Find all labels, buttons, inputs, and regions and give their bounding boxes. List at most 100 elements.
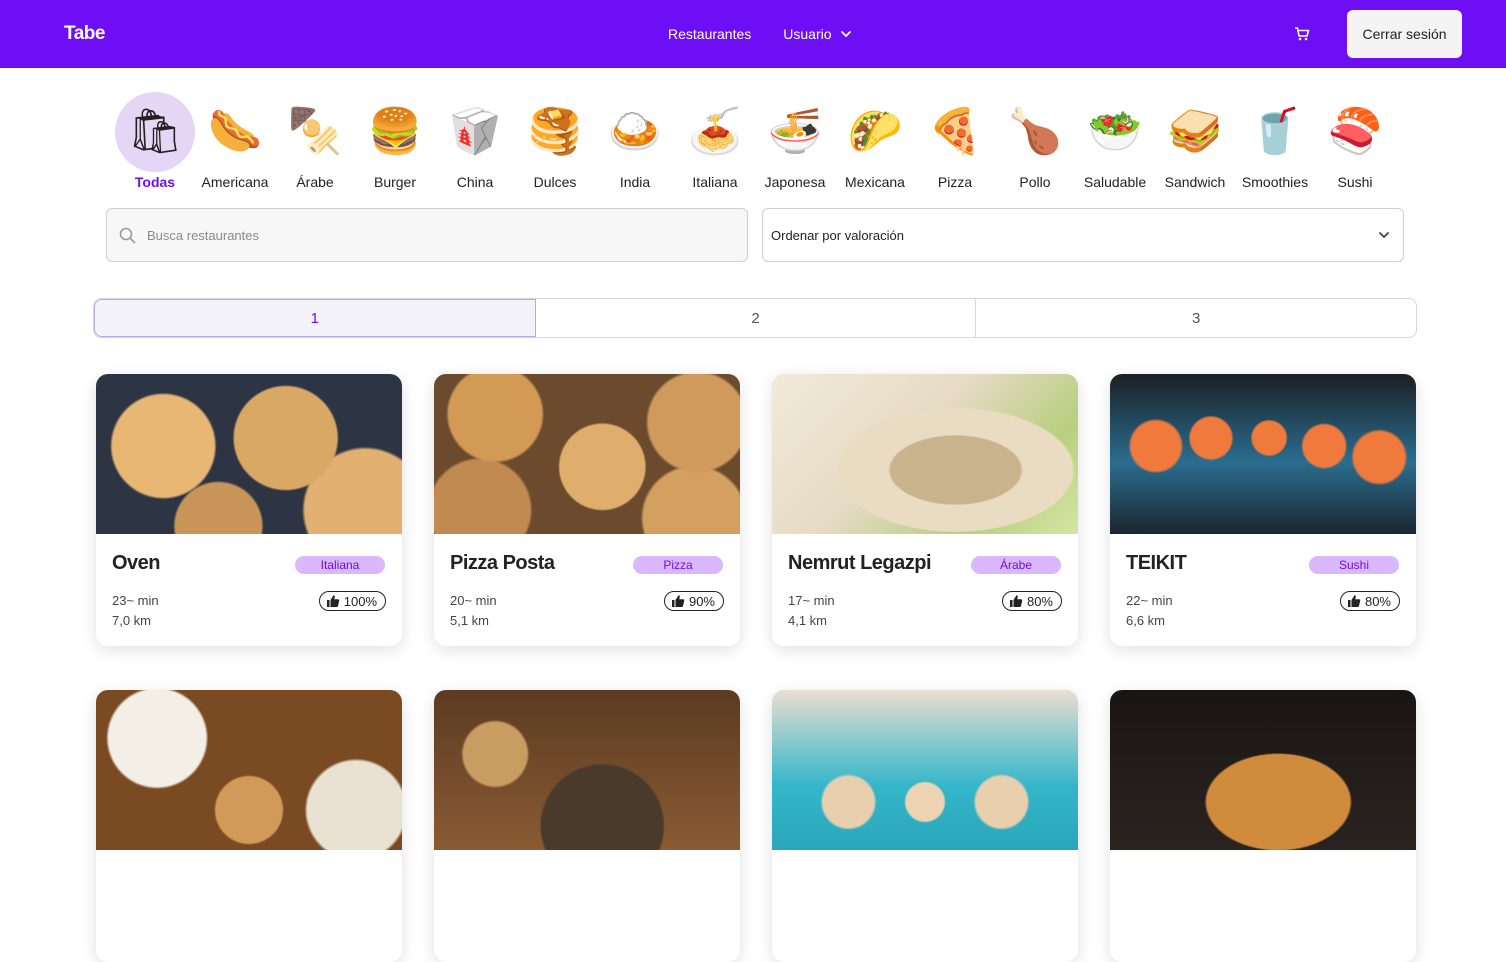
pizza-icon: 🍕 bbox=[927, 107, 983, 156]
rating-value: 80% bbox=[1026, 593, 1053, 609]
mezze-platter-photo bbox=[96, 690, 402, 850]
nav-restaurantes-label: Restaurantes bbox=[668, 26, 752, 42]
nav-usuario-label: Usuario bbox=[783, 26, 832, 42]
ramen-icon: 🍜 bbox=[767, 107, 823, 156]
category-item-4[interactable]: 🥡 China bbox=[435, 92, 515, 191]
restaurant-grid: Oven Italiana 23~ min 7,0 km 100% Pizza Posta… bbox=[96, 374, 1416, 962]
smoothie-cup-icon: 🥤 bbox=[1247, 107, 1303, 156]
category-item-15[interactable]: 🍣 Sushi bbox=[1315, 92, 1395, 191]
category-label: India bbox=[619, 174, 651, 190]
restaurant-card-body: Oven Italiana 23~ min 7,0 km 100% bbox=[96, 534, 402, 646]
category-label: Saludable bbox=[1083, 174, 1147, 190]
thumbs-up-icon bbox=[1347, 595, 1361, 607]
distance: 5,1 km bbox=[450, 613, 490, 628]
rating-badge: 100% bbox=[318, 591, 386, 611]
category-label: Todas bbox=[134, 174, 176, 190]
category-item-3[interactable]: 🍔 Burger bbox=[355, 92, 435, 191]
thumbs-up-icon bbox=[671, 595, 685, 607]
category-label: Mexicana bbox=[845, 174, 905, 190]
delivery-time: 23~ min bbox=[112, 593, 159, 608]
sushi-icon: 🍣 bbox=[1327, 107, 1383, 156]
chevron-down-icon bbox=[1379, 232, 1389, 239]
category-item-10[interactable]: 🍕 Pizza bbox=[915, 92, 995, 191]
page-button-3[interactable]: 3 bbox=[976, 299, 1416, 337]
restaurant-card[interactable]: Nemrut Legazpi Árabe 17~ min 4,1 km 80% bbox=[772, 374, 1078, 646]
rating-badge: 80% bbox=[1339, 591, 1400, 611]
restaurant-card[interactable]: Oven Italiana 23~ min 7,0 km 100% bbox=[96, 374, 402, 646]
page-button-2[interactable]: 2 bbox=[536, 299, 977, 337]
category-item-7[interactable]: 🍝 Italiana bbox=[675, 92, 755, 191]
category-label: Dulces bbox=[533, 174, 577, 190]
restaurant-card[interactable] bbox=[772, 690, 1078, 962]
sushi-rolls-photo bbox=[1110, 374, 1416, 534]
pagination: 1 2 3 bbox=[93, 298, 1417, 338]
category-badge: Árabe bbox=[971, 556, 1061, 574]
hotdog-icon: 🌭 bbox=[207, 107, 263, 156]
main-nav: Restaurantes Usuario bbox=[668, 0, 852, 68]
category-item-0[interactable]: 🛍 Todas bbox=[115, 92, 195, 190]
restaurant-card[interactable] bbox=[96, 690, 402, 962]
search-icon bbox=[119, 227, 136, 243]
rating-badge: 80% bbox=[1001, 591, 1062, 611]
category-item-6[interactable]: 🍛 India bbox=[595, 92, 675, 191]
taco-icon: 🌮 bbox=[847, 107, 903, 156]
top-navbar: Tabe Restaurantes Usuario Cerrar sesión bbox=[0, 0, 1506, 68]
category-item-12[interactable]: 🥗 Saludable bbox=[1075, 92, 1155, 191]
restaurant-card[interactable]: Pizza Posta Pizza 20~ min 5,1 km 90% bbox=[434, 374, 740, 646]
burger-icon: 🍔 bbox=[367, 107, 423, 156]
category-item-1[interactable]: 🌭 Americana bbox=[195, 92, 275, 191]
cinnamon-rolls-photo bbox=[772, 690, 1078, 850]
category-item-11[interactable]: 🍗 Pollo bbox=[995, 92, 1075, 191]
restaurant-card-body: Nemrut Legazpi Árabe 17~ min 4,1 km 80% bbox=[772, 534, 1078, 646]
category-badge: Sushi bbox=[1309, 556, 1399, 574]
nav-usuario-dropdown[interactable]: Usuario bbox=[783, 26, 851, 42]
category-item-2[interactable]: 🍢 Árabe bbox=[275, 92, 355, 191]
restaurant-card-body: TEIKIT Sushi 22~ min 6,6 km 80% bbox=[1110, 534, 1416, 646]
restaurant-name: Pizza Posta bbox=[450, 552, 555, 574]
restaurant-card[interactable] bbox=[434, 690, 740, 962]
category-item-8[interactable]: 🍜 Japonesa bbox=[755, 92, 835, 191]
pizza-table-photo bbox=[434, 374, 740, 534]
category-badge: Italiana bbox=[295, 556, 385, 574]
rating-badge: 90% bbox=[663, 591, 724, 611]
category-item-13[interactable]: 🥪 Sandwich bbox=[1155, 92, 1235, 191]
category-label: Japonesa bbox=[764, 174, 826, 190]
category-item-9[interactable]: 🌮 Mexicana bbox=[835, 92, 915, 191]
delivery-time: 22~ min bbox=[1126, 593, 1173, 608]
restaurant-card[interactable] bbox=[1110, 690, 1416, 962]
search-input[interactable] bbox=[147, 227, 707, 243]
category-label: Americana bbox=[201, 174, 269, 190]
app-logo[interactable]: Tabe bbox=[64, 23, 105, 45]
curry-icon: 🍛 bbox=[607, 107, 663, 156]
category-label: Sandwich bbox=[1164, 174, 1226, 190]
restaurant-name: TEIKIT bbox=[1126, 552, 1187, 574]
kebab-skewer-icon: 🍢 bbox=[287, 107, 343, 156]
category-label: China bbox=[456, 174, 494, 190]
pancakes-icon: 🥞 bbox=[527, 107, 583, 156]
logout-button[interactable]: Cerrar sesión bbox=[1347, 10, 1462, 58]
shopping-cart-icon[interactable] bbox=[1294, 26, 1310, 42]
sort-select-value: Ordenar por valoración bbox=[771, 227, 904, 243]
category-item-14[interactable]: 🥤 Smoothies bbox=[1235, 92, 1315, 191]
restaurant-card-body: Pizza Posta Pizza 20~ min 5,1 km 90% bbox=[434, 534, 740, 646]
kebab-wrap-photo bbox=[772, 374, 1078, 534]
page-button-1[interactable]: 1 bbox=[94, 299, 536, 337]
nav-restaurantes[interactable]: Restaurantes bbox=[668, 26, 751, 42]
delivery-time: 17~ min bbox=[788, 593, 835, 608]
category-label: Sushi bbox=[1337, 174, 1373, 190]
category-label: Smoothies bbox=[1241, 174, 1309, 190]
category-filter-bar: 🛍 Todas 🌭 Americana 🍢 Árabe 🍔 Burger 🥡 China 🥞 Dulc… bbox=[115, 92, 1395, 190]
restaurant-card[interactable]: TEIKIT Sushi 22~ min 6,6 km 80% bbox=[1110, 374, 1416, 646]
restaurant-name: Nemrut Legazpi bbox=[788, 552, 932, 574]
sandwich-icon: 🥪 bbox=[1167, 107, 1223, 156]
search-box bbox=[106, 208, 748, 262]
thumbs-up-icon bbox=[1009, 595, 1023, 607]
category-badge: Pizza bbox=[633, 556, 723, 574]
category-label: Pizza bbox=[937, 174, 973, 190]
rating-value: 100% bbox=[343, 593, 377, 609]
distance: 6,6 km bbox=[1126, 613, 1166, 628]
sort-select[interactable]: Ordenar por valoración bbox=[762, 208, 1404, 262]
distance: 7,0 km bbox=[112, 613, 152, 628]
takeout-box-icon: 🥡 bbox=[447, 107, 503, 156]
category-item-5[interactable]: 🥞 Dulces bbox=[515, 92, 595, 191]
